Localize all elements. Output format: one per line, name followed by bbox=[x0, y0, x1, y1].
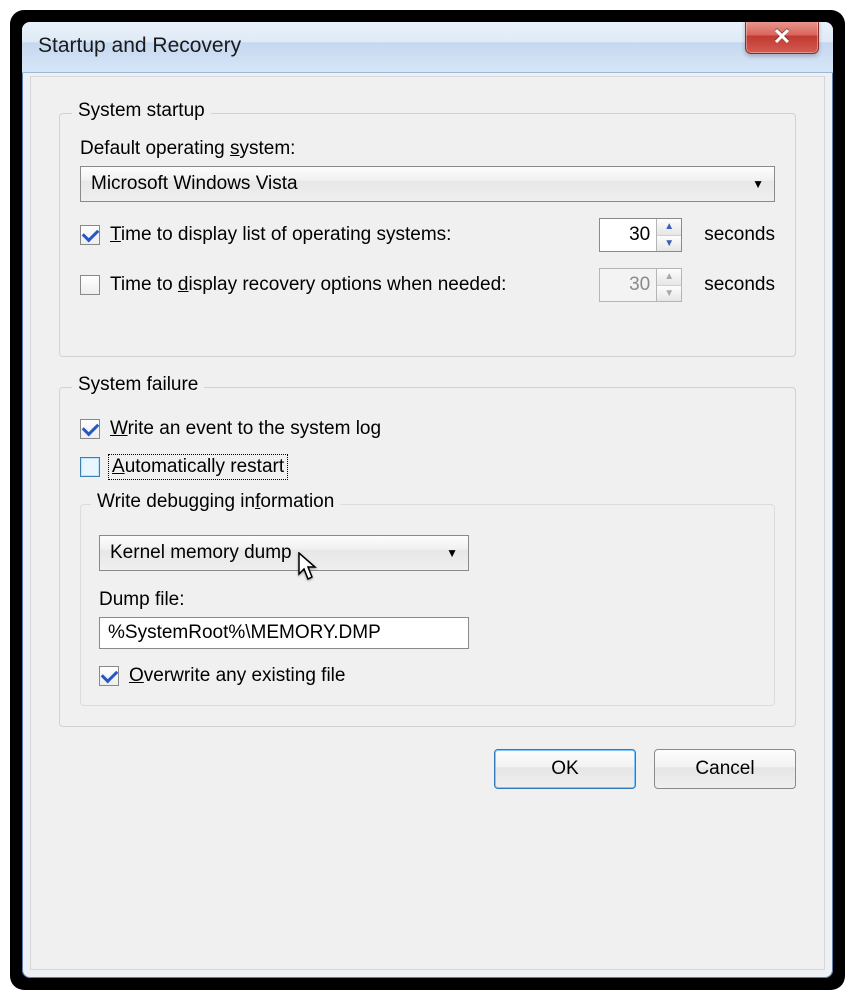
dialog-title: Startup and Recovery bbox=[22, 22, 833, 70]
time-recovery-label[interactable]: Time to display recovery options when ne… bbox=[110, 274, 506, 296]
dump-type-dropdown[interactable]: Kernel memory dump ▼ bbox=[99, 535, 469, 571]
default-os-label: Default operating system: bbox=[80, 138, 775, 160]
default-os-value: Microsoft Windows Vista bbox=[91, 173, 298, 195]
system-startup-group: System startup Default operating system:… bbox=[59, 113, 796, 357]
titlebar[interactable]: Startup and Recovery ✕ bbox=[22, 22, 833, 73]
time-list-spinner[interactable]: ▲ ▼ bbox=[599, 218, 682, 252]
overwrite-label[interactable]: Overwrite any existing file bbox=[129, 665, 345, 687]
write-event-label[interactable]: Write an event to the system log bbox=[110, 418, 381, 440]
time-recovery-unit: seconds bbox=[704, 274, 775, 296]
chevron-down-icon: ▼ bbox=[752, 177, 764, 191]
spin-up-icon[interactable]: ▲ bbox=[657, 219, 681, 236]
spinner-buttons-disabled: ▲ ▼ bbox=[656, 269, 681, 301]
close-icon: ✕ bbox=[773, 24, 791, 50]
system-failure-legend: System failure bbox=[72, 374, 204, 396]
close-button[interactable]: ✕ bbox=[745, 22, 819, 54]
dump-file-input[interactable] bbox=[99, 617, 469, 649]
spinner-buttons[interactable]: ▲ ▼ bbox=[656, 219, 681, 251]
spin-down-icon[interactable]: ▼ bbox=[657, 236, 681, 252]
ok-button[interactable]: OK bbox=[494, 749, 636, 789]
time-recovery-value bbox=[600, 269, 656, 301]
chevron-down-icon: ▼ bbox=[446, 546, 458, 560]
write-event-row: Write an event to the system log bbox=[80, 418, 775, 440]
time-list-checkbox[interactable] bbox=[80, 225, 100, 245]
spin-up-icon: ▲ bbox=[657, 269, 681, 286]
time-recovery-row: Time to display recovery options when ne… bbox=[80, 268, 775, 302]
startup-recovery-dialog: Startup and Recovery ✕ System startup De… bbox=[22, 22, 833, 978]
spin-down-icon: ▼ bbox=[657, 286, 681, 302]
auto-restart-checkbox[interactable] bbox=[80, 457, 100, 477]
time-list-label[interactable]: Time to display list of operating system… bbox=[110, 224, 451, 246]
write-debugging-group: Write debugging information Kernel memor… bbox=[80, 504, 775, 706]
time-list-row: Time to display list of operating system… bbox=[80, 218, 775, 252]
auto-restart-label[interactable]: Automatically restart bbox=[110, 456, 286, 478]
overwrite-checkbox[interactable] bbox=[99, 666, 119, 686]
auto-restart-row: Automatically restart bbox=[80, 456, 775, 478]
dump-file-label: Dump file: bbox=[99, 589, 185, 611]
system-failure-group: System failure Write an event to the sys… bbox=[59, 387, 796, 727]
time-list-unit: seconds bbox=[704, 224, 775, 246]
dialog-client-area: System startup Default operating system:… bbox=[30, 76, 825, 970]
write-debugging-legend: Write debugging information bbox=[91, 491, 340, 513]
write-event-checkbox[interactable] bbox=[80, 419, 100, 439]
time-recovery-checkbox[interactable] bbox=[80, 275, 100, 295]
time-list-value[interactable] bbox=[600, 219, 656, 251]
system-startup-legend: System startup bbox=[72, 100, 211, 122]
overwrite-row: Overwrite any existing file bbox=[99, 665, 756, 687]
default-os-dropdown[interactable]: Microsoft Windows Vista ▼ bbox=[80, 166, 775, 202]
dialog-button-row: OK Cancel bbox=[59, 749, 796, 789]
dump-type-value: Kernel memory dump bbox=[110, 542, 292, 564]
cancel-button[interactable]: Cancel bbox=[654, 749, 796, 789]
time-recovery-spinner: ▲ ▼ bbox=[599, 268, 682, 302]
